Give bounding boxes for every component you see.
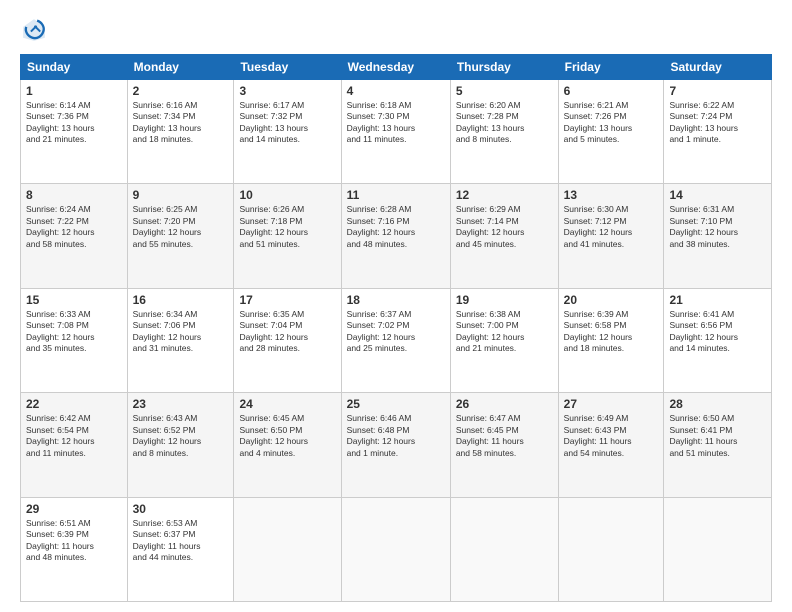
day-cell-25: 25Sunrise: 6:46 AMSunset: 6:48 PMDayligh… — [341, 393, 450, 497]
day-cell-14: 14Sunrise: 6:31 AMSunset: 7:10 PMDayligh… — [664, 184, 772, 288]
header — [20, 16, 772, 44]
week-row-2: 8Sunrise: 6:24 AMSunset: 7:22 PMDaylight… — [21, 184, 772, 288]
day-cell-19: 19Sunrise: 6:38 AMSunset: 7:00 PMDayligh… — [450, 288, 558, 392]
empty-cell — [664, 497, 772, 601]
col-header-saturday: Saturday — [664, 55, 772, 80]
day-cell-5: 5Sunrise: 6:20 AMSunset: 7:28 PMDaylight… — [450, 80, 558, 184]
day-cell-8: 8Sunrise: 6:24 AMSunset: 7:22 PMDaylight… — [21, 184, 128, 288]
col-header-tuesday: Tuesday — [234, 55, 341, 80]
day-cell-20: 20Sunrise: 6:39 AMSunset: 6:58 PMDayligh… — [558, 288, 664, 392]
col-header-wednesday: Wednesday — [341, 55, 450, 80]
day-cell-26: 26Sunrise: 6:47 AMSunset: 6:45 PMDayligh… — [450, 393, 558, 497]
empty-cell — [341, 497, 450, 601]
logo — [20, 16, 52, 44]
day-cell-11: 11Sunrise: 6:28 AMSunset: 7:16 PMDayligh… — [341, 184, 450, 288]
day-cell-30: 30Sunrise: 6:53 AMSunset: 6:37 PMDayligh… — [127, 497, 234, 601]
day-cell-7: 7Sunrise: 6:22 AMSunset: 7:24 PMDaylight… — [664, 80, 772, 184]
day-cell-16: 16Sunrise: 6:34 AMSunset: 7:06 PMDayligh… — [127, 288, 234, 392]
calendar-table: SundayMondayTuesdayWednesdayThursdayFrid… — [20, 54, 772, 602]
week-row-1: 1Sunrise: 6:14 AMSunset: 7:36 PMDaylight… — [21, 80, 772, 184]
day-cell-6: 6Sunrise: 6:21 AMSunset: 7:26 PMDaylight… — [558, 80, 664, 184]
day-cell-23: 23Sunrise: 6:43 AMSunset: 6:52 PMDayligh… — [127, 393, 234, 497]
day-cell-1: 1Sunrise: 6:14 AMSunset: 7:36 PMDaylight… — [21, 80, 128, 184]
day-cell-17: 17Sunrise: 6:35 AMSunset: 7:04 PMDayligh… — [234, 288, 341, 392]
day-cell-29: 29Sunrise: 6:51 AMSunset: 6:39 PMDayligh… — [21, 497, 128, 601]
col-header-thursday: Thursday — [450, 55, 558, 80]
day-cell-22: 22Sunrise: 6:42 AMSunset: 6:54 PMDayligh… — [21, 393, 128, 497]
day-cell-18: 18Sunrise: 6:37 AMSunset: 7:02 PMDayligh… — [341, 288, 450, 392]
day-cell-9: 9Sunrise: 6:25 AMSunset: 7:20 PMDaylight… — [127, 184, 234, 288]
day-cell-4: 4Sunrise: 6:18 AMSunset: 7:30 PMDaylight… — [341, 80, 450, 184]
logo-icon — [20, 16, 48, 44]
day-cell-12: 12Sunrise: 6:29 AMSunset: 7:14 PMDayligh… — [450, 184, 558, 288]
empty-cell — [558, 497, 664, 601]
col-header-friday: Friday — [558, 55, 664, 80]
day-cell-3: 3Sunrise: 6:17 AMSunset: 7:32 PMDaylight… — [234, 80, 341, 184]
day-cell-28: 28Sunrise: 6:50 AMSunset: 6:41 PMDayligh… — [664, 393, 772, 497]
day-cell-21: 21Sunrise: 6:41 AMSunset: 6:56 PMDayligh… — [664, 288, 772, 392]
week-row-5: 29Sunrise: 6:51 AMSunset: 6:39 PMDayligh… — [21, 497, 772, 601]
day-cell-2: 2Sunrise: 6:16 AMSunset: 7:34 PMDaylight… — [127, 80, 234, 184]
day-cell-24: 24Sunrise: 6:45 AMSunset: 6:50 PMDayligh… — [234, 393, 341, 497]
day-cell-10: 10Sunrise: 6:26 AMSunset: 7:18 PMDayligh… — [234, 184, 341, 288]
header-row: SundayMondayTuesdayWednesdayThursdayFrid… — [21, 55, 772, 80]
day-cell-13: 13Sunrise: 6:30 AMSunset: 7:12 PMDayligh… — [558, 184, 664, 288]
empty-cell — [450, 497, 558, 601]
col-header-sunday: Sunday — [21, 55, 128, 80]
empty-cell — [234, 497, 341, 601]
week-row-4: 22Sunrise: 6:42 AMSunset: 6:54 PMDayligh… — [21, 393, 772, 497]
day-cell-27: 27Sunrise: 6:49 AMSunset: 6:43 PMDayligh… — [558, 393, 664, 497]
page: SundayMondayTuesdayWednesdayThursdayFrid… — [0, 0, 792, 612]
col-header-monday: Monday — [127, 55, 234, 80]
week-row-3: 15Sunrise: 6:33 AMSunset: 7:08 PMDayligh… — [21, 288, 772, 392]
day-cell-15: 15Sunrise: 6:33 AMSunset: 7:08 PMDayligh… — [21, 288, 128, 392]
